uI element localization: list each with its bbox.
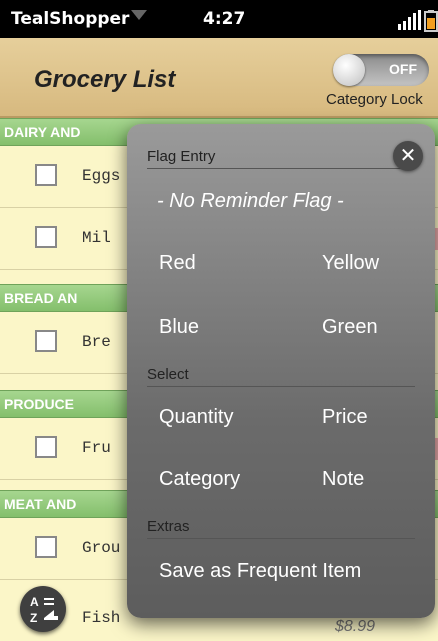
divider [147,538,415,539]
item-name: Mil [82,229,111,247]
sort-icon: A Z [30,595,58,625]
section-title-select: Select [147,366,189,383]
item-checkbox[interactable] [35,226,57,248]
status-bar: TealShopper 4:27 [0,0,438,38]
menu-item-note[interactable]: Note [322,468,364,491]
category-lock-label: Category Lock [326,91,423,108]
menu-item-yellow[interactable]: Yellow [322,252,379,275]
divider [147,386,415,387]
menu-item-green[interactable]: Green [322,316,378,339]
svg-text:Z: Z [30,611,37,625]
category-lock-toggle[interactable]: OFF [333,54,429,86]
app-menu-arrow-icon[interactable] [131,10,147,20]
item-name: Eggs [82,167,121,185]
item-name: Fru [82,439,111,457]
item-checkbox[interactable] [35,536,57,558]
svg-text:A: A [30,595,39,609]
menu-item-category[interactable]: Category [159,468,240,491]
item-checkbox[interactable] [35,330,57,352]
battery-icon [424,10,438,32]
menu-item-save-as-frequent-item[interactable]: Save as Frequent Item [159,560,361,583]
clock: 4:27 [203,9,246,29]
menu-item-blue[interactable]: Blue [159,316,199,339]
close-button[interactable]: ✕ [393,141,423,171]
divider [147,168,415,169]
toggle-knob[interactable] [333,54,365,86]
menu-item-quantity[interactable]: Quantity [159,406,233,429]
section-title-extras: Extras [147,518,190,535]
toggle-state: OFF [389,61,417,77]
page-title: Grocery List [34,66,176,93]
sort-a-z-button[interactable]: A Z [20,586,66,632]
app-name[interactable]: TealShopper [11,9,129,29]
item-checkbox[interactable] [35,436,57,458]
item-name: Bre [82,333,111,351]
menu-item-red[interactable]: Red [159,252,196,275]
section-title-flag: Flag Entry [147,148,216,165]
total-price: $8.99 [335,618,376,635]
item-name: Fish [82,609,121,627]
header: Grocery List OFF Category Lock [0,38,438,118]
signal-strength-icon [398,10,421,30]
flag-popup-menu: Flag Entry ✕ - No Reminder Flag - Red Ye… [127,124,435,618]
menu-item-price[interactable]: Price [322,406,368,429]
item-checkbox[interactable] [35,164,57,186]
item-name: Grou [82,539,121,557]
menu-item-no-reminder-flag[interactable]: - No Reminder Flag - [157,190,344,213]
